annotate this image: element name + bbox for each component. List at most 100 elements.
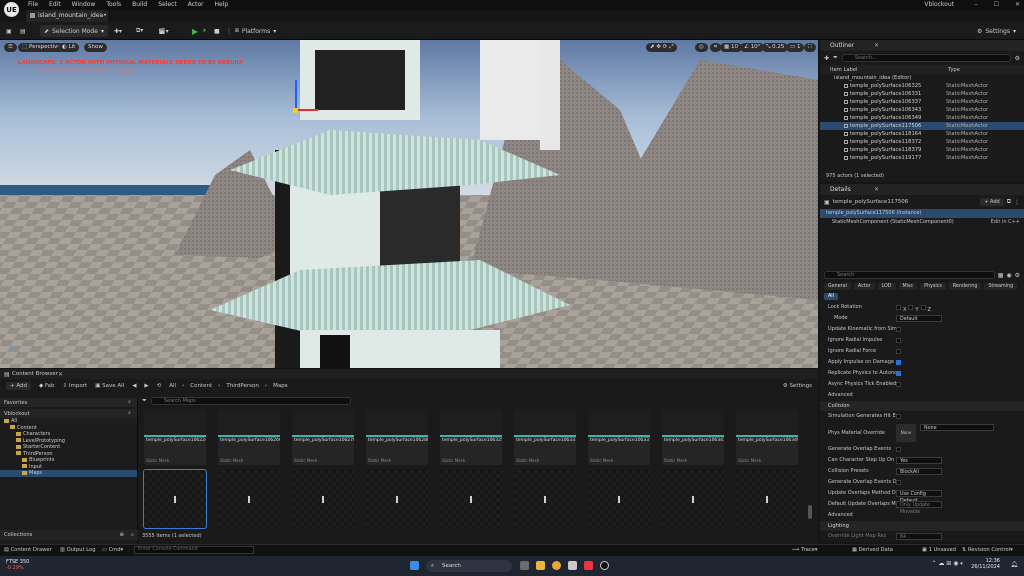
output-log-button[interactable]: ▥ Output Log <box>60 547 96 553</box>
cinematics-icon[interactable]: 🎬︎▾ <box>158 25 169 37</box>
menu-file[interactable]: File <box>28 1 38 8</box>
filter-icon[interactable]: ⏷ <box>142 397 147 405</box>
platforms-button[interactable]: ⧈ Platforms ▾ <box>235 25 276 37</box>
play-step-icon[interactable]: ⏵ <box>203 25 206 37</box>
category-tab[interactable]: Actor <box>853 283 875 290</box>
maximize-viewport-icon[interactable]: ⛶ <box>804 43 816 52</box>
unreal-logo-icon[interactable]: UE <box>4 2 19 17</box>
lock-z-checkbox[interactable] <box>920 305 926 310</box>
content-icon[interactable]: ▤ <box>20 25 26 37</box>
content-browser-tab[interactable]: ▤ Content Browser ✕ <box>0 369 818 379</box>
stock-widget[interactable]: FTSE 350 -0.29% <box>6 559 29 571</box>
property-checkbox[interactable] <box>896 382 901 387</box>
menu-build[interactable]: Build <box>132 1 147 8</box>
asset-tile[interactable] <box>218 470 280 528</box>
category-tab[interactable]: Physics <box>920 283 946 290</box>
collision-presets-row[interactable]: Collision Presets BlockAll <box>820 466 1024 477</box>
menu-actor[interactable]: Actor <box>188 1 204 8</box>
breadcrumb-content[interactable]: Content <box>190 383 212 389</box>
blueprint-icon[interactable]: ⧉ <box>1007 198 1011 206</box>
menu-help[interactable]: Help <box>215 1 229 8</box>
forward-icon[interactable]: ▶ <box>144 383 148 389</box>
cb-save-all-button[interactable]: ▣ Save All <box>95 383 124 389</box>
outliner-tab[interactable]: Outliner ✕ <box>820 40 1024 51</box>
outliner-row[interactable]: temple_polySurface106331 StaticMeshActor <box>820 90 1024 98</box>
cb-add-button[interactable]: + Add <box>6 382 32 390</box>
trace-button[interactable]: ⟿ Trace▾ <box>792 547 817 553</box>
breadcrumb-maps[interactable]: Maps <box>273 383 287 389</box>
column-item-label[interactable]: Item Label <box>820 67 948 73</box>
outliner-row[interactable]: temple_polySurface118372 StaticMeshActor <box>820 138 1024 146</box>
asset-tile[interactable]: temple_polySurface106343 Static Mesh <box>662 409 724 465</box>
category-tab[interactable]: Misc <box>898 283 918 290</box>
eye-icon[interactable]: ◉ <box>1006 272 1011 279</box>
outliner-row[interactable]: temple_polySurface118164 StaticMeshActor <box>820 130 1024 138</box>
store-icon[interactable] <box>568 561 577 570</box>
file-explorer-icon[interactable] <box>536 561 545 570</box>
windows-start-icon[interactable] <box>410 561 419 570</box>
grid-icon[interactable]: ▦ <box>998 272 1004 279</box>
cb-fab-button[interactable]: ◆ Fab <box>39 383 55 389</box>
content-drawer-button[interactable]: ▤ Content Drawer <box>4 547 52 553</box>
asset-tile[interactable] <box>514 470 576 528</box>
asset-tile[interactable] <box>292 470 354 528</box>
asset-tile[interactable] <box>588 470 650 528</box>
grid-snap-button[interactable]: ▦ 10 <box>720 43 742 52</box>
history-icon[interactable]: ⟲ <box>157 383 162 389</box>
cmd-button[interactable]: ▭ Cmd▾ <box>102 547 123 553</box>
angle-snap-button[interactable]: ∠ 10° <box>740 43 765 52</box>
camera-speed-button[interactable]: ▭ 1 <box>786 43 805 52</box>
override-light-input[interactable]: 64 <box>896 533 942 540</box>
show-button[interactable]: Show <box>84 43 107 52</box>
collections-header[interactable]: Collections ⊕ ⌕ <box>0 530 138 540</box>
search-icon[interactable]: ⌕ <box>128 410 131 417</box>
gear-icon[interactable]: ⚙ <box>1015 55 1020 62</box>
asset-tile[interactable]: temple_polySurface106266 Static Mesh <box>218 409 280 465</box>
gear-icon[interactable]: ⚙ <box>1015 272 1020 279</box>
system-tray[interactable]: ⌃ ☁ ⊞ ◉ 🔈︎ <box>931 560 964 568</box>
property-checkbox[interactable] <box>896 360 901 365</box>
category-tab[interactable]: Streaming <box>984 283 1018 290</box>
task-view-icon[interactable] <box>520 561 529 570</box>
lock-x-checkbox[interactable] <box>896 305 901 310</box>
close-icon[interactable]: ✕ <box>874 40 879 51</box>
menu-window[interactable]: Window <box>72 1 96 8</box>
search-icon[interactable]: ⌕ <box>131 532 134 539</box>
outliner-row[interactable]: temple_polySurface106343 StaticMeshActor <box>820 106 1024 114</box>
edit-cpp-link[interactable]: Edit in C++ <box>991 218 1020 227</box>
component-row[interactable]: StaticMeshComponent (StaticMeshComponent… <box>820 218 1024 227</box>
project-header[interactable]: Vblockout ⌕ <box>0 409 137 418</box>
advanced-toggle[interactable]: Advanced <box>820 390 1024 401</box>
cb-import-button[interactable]: ⇩ Import <box>63 383 88 389</box>
update-overlaps-dropdown[interactable]: Use Config Default <box>896 490 942 504</box>
unsaved-button[interactable]: ▣ 1 Unsaved <box>922 547 956 553</box>
level-tab[interactable]: island_mountain_idea• <box>26 10 108 22</box>
property-checkbox[interactable] <box>896 338 901 343</box>
outliner-row[interactable]: temple_polySurface106325 StaticMeshActor <box>820 82 1024 90</box>
transform-tools[interactable]: ⬈ ✥ ⟳ ⤢ <box>646 43 678 52</box>
selection-mode-button[interactable]: ⬈ Selection Mode ▾ <box>40 25 108 37</box>
breadcrumb-all[interactable]: All <box>169 383 176 389</box>
level-viewport[interactable]: ☰ ⬚ Perspective ◐ Lit Show LANDSCAPE: 1 … <box>0 40 818 368</box>
more-icon[interactable]: ⋮ <box>1014 199 1020 206</box>
asset-tile[interactable]: temple_polySurface106288 Static Mesh <box>366 409 428 465</box>
maximize-icon[interactable]: ☐ <box>994 1 999 8</box>
category-tab[interactable]: General <box>824 283 851 290</box>
asset-tile[interactable]: temple_polySurface106270 Static Mesh <box>292 409 354 465</box>
outliner-row[interactable]: temple_polySurface119177 StaticMeshActor <box>820 154 1024 162</box>
gen-overlap-level-checkbox[interactable] <box>896 480 901 485</box>
asset-tile[interactable]: temple_polySurface106331 Static Mesh <box>514 409 576 465</box>
menu-select[interactable]: Select <box>158 1 177 8</box>
menu-edit[interactable]: Edit <box>49 1 61 8</box>
category-tab[interactable]: All <box>824 293 838 300</box>
lighting-section[interactable]: Lighting <box>820 521 1024 531</box>
asset-tile[interactable]: temple_polySurface106349 Static Mesh <box>736 409 798 465</box>
add-collection-icon[interactable]: ⊕ <box>120 532 124 538</box>
blueprint-icon[interactable]: ⧉▾ <box>136 25 143 37</box>
asset-tile[interactable] <box>440 470 502 528</box>
add-component-button[interactable]: + Add <box>980 198 1004 206</box>
asset-tile[interactable]: temple_polySurface106325 Static Mesh <box>440 409 502 465</box>
sim-hit-checkbox[interactable] <box>896 414 901 419</box>
property-checkbox[interactable] <box>896 371 901 376</box>
play-icon[interactable]: ▶ <box>192 25 198 37</box>
